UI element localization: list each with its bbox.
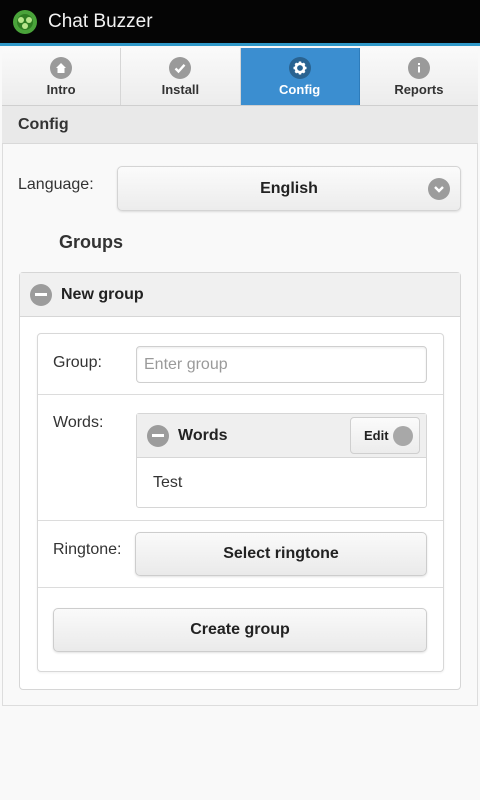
app-title: Chat Buzzer — [48, 10, 153, 32]
check-icon — [169, 56, 192, 79]
tab-intro-label: Intro — [46, 81, 76, 97]
tab-config-label: Config — [279, 81, 321, 97]
words-header-label: Words — [178, 426, 228, 444]
new-group-header[interactable]: New group — [20, 273, 460, 317]
tab-intro[interactable]: Intro — [2, 48, 122, 105]
section-header: Config — [2, 106, 478, 144]
edit-toggle-button[interactable]: Edit — [350, 417, 420, 454]
language-label: Language: — [18, 176, 94, 193]
info-icon — [407, 56, 430, 79]
app-logo-icon — [13, 9, 37, 34]
words-header[interactable]: Words Edit — [137, 414, 426, 458]
tab-bar: Intro Install Config Reports — [2, 48, 478, 106]
home-icon — [50, 56, 73, 79]
list-item[interactable]: Test — [137, 458, 426, 507]
action-bar: Chat Buzzer — [0, 0, 480, 46]
tab-config[interactable]: Config — [240, 48, 360, 105]
words-label: Words: — [53, 414, 104, 431]
tab-install-label: Install — [161, 81, 200, 97]
new-group-header-label: New group — [61, 285, 144, 303]
create-group-button[interactable]: Create group — [53, 608, 427, 652]
language-select[interactable]: English — [117, 166, 461, 211]
tab-reports[interactable]: Reports — [359, 48, 478, 105]
gear-icon — [288, 56, 311, 79]
group-label: Group: — [53, 354, 102, 371]
divider — [38, 587, 443, 588]
language-selected-value: English — [260, 179, 318, 197]
tab-install[interactable]: Install — [121, 48, 241, 105]
group-input[interactable]: Enter group — [136, 346, 427, 383]
edit-label: Edit — [364, 428, 389, 443]
toggle-dot-icon — [393, 426, 413, 446]
select-ringtone-button[interactable]: Select ringtone — [135, 532, 427, 576]
ringtone-label: Ringtone: — [53, 541, 122, 558]
tab-reports-label: Reports — [394, 81, 444, 97]
divider — [38, 394, 443, 395]
group-input-placeholder: Enter group — [144, 355, 228, 373]
collapse-minus-icon — [147, 424, 169, 447]
words-collapsible: Words Edit Test — [136, 413, 427, 508]
divider — [38, 520, 443, 521]
chevron-down-icon — [428, 178, 450, 200]
collapse-minus-icon — [30, 283, 52, 306]
groups-heading: Groups — [59, 232, 124, 252]
